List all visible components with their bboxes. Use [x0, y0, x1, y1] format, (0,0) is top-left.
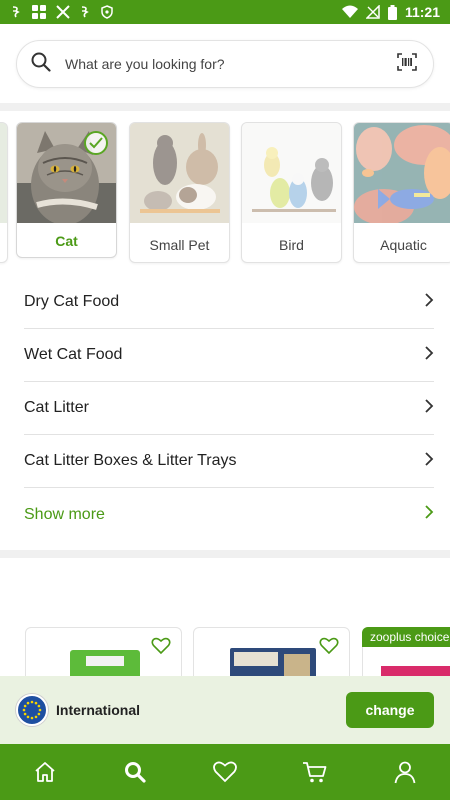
eu-flag-icon [16, 694, 48, 726]
accessibility-icon [79, 5, 91, 19]
search-icon [125, 762, 146, 783]
list-item-label: Dry Cat Food [24, 293, 120, 310]
status-bar: 11:21 [0, 0, 450, 24]
category-carousel[interactable]: Cat Small Pet Bird Aquatic [0, 122, 450, 267]
nav-cart[interactable] [290, 747, 340, 797]
heart-icon[interactable] [319, 637, 339, 660]
country-label: International [56, 702, 141, 718]
list-item-label: Wet Cat Food [24, 346, 123, 363]
change-country-button[interactable]: change [346, 692, 434, 728]
cart-icon [303, 762, 327, 783]
nav-wishlist[interactable] [200, 747, 250, 797]
country-banner: International change [0, 676, 450, 744]
list-item-label: Cat Litter Boxes & Litter Trays [24, 452, 237, 469]
category-card-partial[interactable] [0, 122, 8, 263]
search-bar[interactable] [16, 40, 434, 88]
chevron-right-icon [424, 505, 434, 524]
category-label: Bird [279, 237, 304, 253]
bottom-navigation [0, 744, 450, 800]
accessibility-icon [10, 5, 22, 19]
show-more-label: Show more [24, 505, 105, 523]
list-item-label: Cat Litter [24, 399, 89, 416]
category-card-small-pet[interactable]: Small Pet [129, 122, 230, 263]
signal-icon [365, 5, 380, 19]
heart-icon[interactable] [151, 637, 171, 660]
category-card-aquatic[interactable]: Aquatic [353, 122, 450, 263]
list-item-wet-cat-food[interactable]: Wet Cat Food [24, 329, 434, 382]
battery-icon [387, 4, 397, 20]
category-image [0, 123, 7, 223]
category-label: Aquatic [380, 237, 427, 253]
wifi-icon [341, 5, 358, 19]
category-card-cat[interactable]: Cat [16, 122, 117, 258]
vpn-icon [100, 5, 114, 19]
heart-icon [213, 761, 237, 783]
category-label: Cat [55, 233, 78, 249]
cat-photo [17, 123, 116, 223]
user-icon [394, 761, 416, 784]
aquatic-photo [354, 123, 450, 223]
list-item-dry-cat-food[interactable]: Dry Cat Food [24, 276, 434, 329]
bird-photo [242, 123, 341, 223]
subcategory-list: Dry Cat Food Wet Cat Food Cat Litter Cat… [24, 276, 434, 541]
chevron-right-icon [424, 398, 434, 418]
section-divider [0, 103, 450, 111]
section-divider [0, 550, 450, 558]
category-label: Small Pet [149, 237, 210, 253]
selected-check-icon [84, 131, 108, 155]
app-grid-icon [31, 4, 47, 20]
promo-badge: zooplus choice [362, 627, 450, 647]
home-icon [35, 762, 55, 782]
chevron-right-icon [424, 292, 434, 312]
search-icon [31, 52, 51, 77]
list-item-cat-litter[interactable]: Cat Litter [24, 382, 434, 435]
barcode-scan-icon[interactable] [397, 52, 417, 76]
chevron-right-icon [424, 451, 434, 471]
show-more-link[interactable]: Show more [24, 488, 434, 541]
x-icon [56, 5, 70, 19]
nav-account[interactable] [380, 747, 430, 797]
nav-search[interactable] [110, 747, 160, 797]
search-input[interactable] [65, 56, 397, 72]
chevron-right-icon [424, 345, 434, 365]
system-icons: 11:21 [341, 4, 440, 20]
category-card-bird[interactable]: Bird [241, 122, 342, 263]
nav-home[interactable] [20, 747, 70, 797]
list-item-cat-litter-boxes[interactable]: Cat Litter Boxes & Litter Trays [24, 435, 434, 488]
notification-icons [10, 4, 114, 20]
clock: 11:21 [404, 4, 440, 20]
small-pet-photo [130, 123, 229, 223]
